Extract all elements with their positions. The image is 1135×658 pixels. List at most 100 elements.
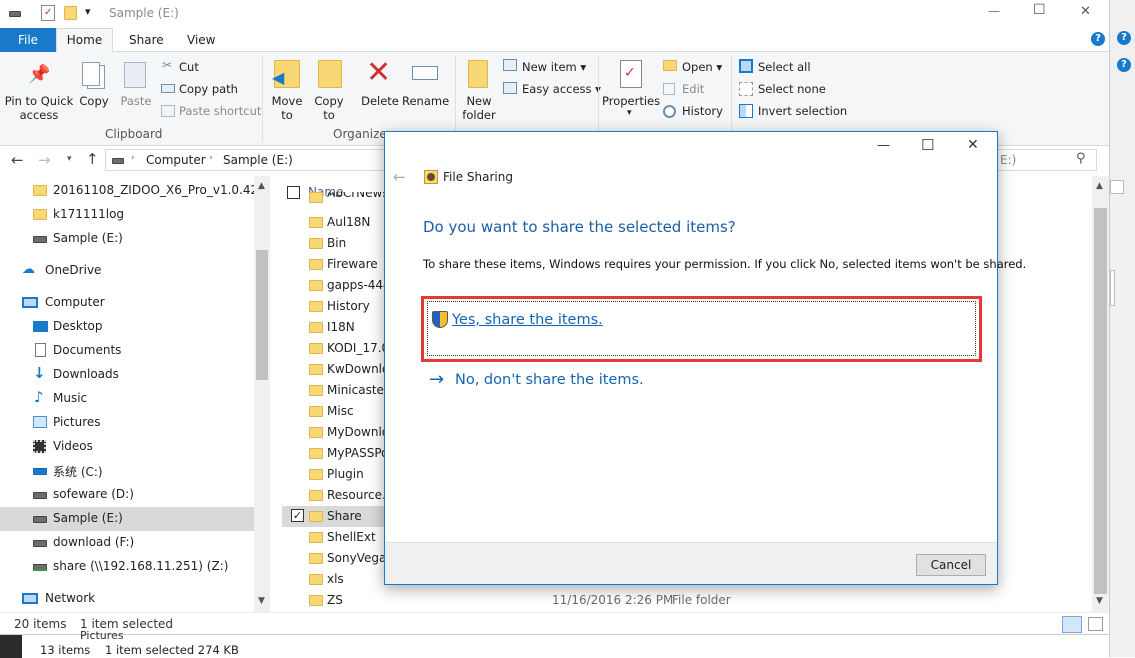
- cut-button[interactable]: Cut: [179, 60, 199, 74]
- nav-item-onedrive[interactable]: ☁ OneDrive: [0, 259, 266, 283]
- row-checkbox[interactable]: ✓: [291, 509, 304, 522]
- list-item[interactable]: Resource.8: [282, 485, 393, 506]
- list-item[interactable]: ShellExt: [282, 527, 385, 548]
- nav-item[interactable]: share (\\192.168.11.251) (Z:): [0, 555, 266, 579]
- scroll-up-icon[interactable]: ▲: [258, 181, 265, 191]
- nav-item[interactable]: sofeware (D:): [0, 483, 266, 507]
- paste-shortcut-button[interactable]: Paste shortcut: [179, 104, 261, 118]
- nav-scrollbar[interactable]: ▲ ▼: [254, 176, 270, 612]
- properties-qat-icon[interactable]: ✓: [41, 5, 55, 21]
- list-item[interactable]: Misc: [282, 401, 385, 422]
- select-all-button[interactable]: Select all: [758, 60, 811, 74]
- nav-item[interactable]: 20161108_ZIDOO_X6_Pro_v1.0.42: [0, 179, 266, 203]
- nav-item[interactable]: Sample (E:): [0, 227, 266, 251]
- list-item[interactable]: KwDownlo: [282, 359, 389, 380]
- nav-item[interactable]: download (F:): [0, 531, 266, 555]
- address-bar[interactable]: › Computer › Sample (E:): [105, 149, 385, 171]
- scroll-down-icon[interactable]: ▼: [258, 596, 265, 606]
- maximize-button[interactable]: ☐: [1033, 2, 1046, 18]
- list-item[interactable]: MyPASSPo: [282, 443, 389, 464]
- easy-access-button[interactable]: Easy access ▾: [522, 82, 601, 96]
- list-item[interactable]: Fireware: [282, 254, 385, 275]
- network-drive-icon: [33, 564, 47, 571]
- copy-button[interactable]: Copy: [78, 60, 110, 110]
- scroll-down-icon[interactable]: ▼: [1096, 596, 1103, 606]
- no-share-option[interactable]: → No, don't share the items.: [427, 367, 976, 395]
- drive-icon: [33, 516, 47, 523]
- details-view-icon[interactable]: [1062, 616, 1082, 633]
- paste-button[interactable]: Paste: [118, 60, 154, 110]
- nav-item[interactable]: ♪ Music: [0, 387, 266, 411]
- dialog-close-button[interactable]: ✕: [967, 137, 979, 153]
- rename-button[interactable]: Rename: [402, 58, 449, 120]
- delete-button[interactable]: ✕ Delete: [360, 56, 400, 120]
- yes-share-option[interactable]: Yes, share the items.: [427, 301, 976, 356]
- select-none-button[interactable]: Select none: [758, 82, 826, 96]
- new-folder-button[interactable]: New folder: [460, 58, 498, 122]
- recent-locations-icon[interactable]: ▾: [67, 154, 72, 164]
- properties-button[interactable]: ✓ Properties ▾: [602, 58, 660, 122]
- nav-item-selected[interactable]: Sample (E:): [0, 507, 266, 531]
- list-item[interactable]: Minicaster: [282, 380, 389, 401]
- list-scrollbar[interactable]: ▲ ▼: [1092, 176, 1109, 612]
- nav-item[interactable]: 系统 (C:): [0, 459, 266, 483]
- qat-dropdown-icon[interactable]: ▾: [85, 5, 91, 18]
- list-item-selected[interactable]: ✓ Share: [282, 506, 385, 527]
- scroll-thumb[interactable]: [256, 250, 268, 380]
- background-status-bar: Pictures 13 items 1 item selected 274 KB: [0, 629, 1109, 658]
- close-button[interactable]: ✕: [1080, 4, 1091, 19]
- nav-item-network[interactable]: Network: [0, 587, 266, 611]
- nav-item[interactable]: ↓ Downloads: [0, 363, 266, 387]
- list-item[interactable]: AbCrNews: [282, 192, 385, 204]
- copy-to-button[interactable]: Copy to: [312, 58, 346, 122]
- list-item[interactable]: ZS 11/16/2016 2:26 PM File folder: [282, 590, 742, 611]
- list-item[interactable]: Aul18N: [282, 212, 385, 233]
- search-icon[interactable]: ⚲: [1076, 151, 1086, 166]
- list-item[interactable]: Bin: [282, 233, 385, 254]
- tab-view[interactable]: View: [187, 33, 215, 47]
- up-icon[interactable]: ↑: [86, 150, 99, 168]
- nav-item[interactable]: Pictures: [0, 411, 266, 435]
- list-item[interactable]: KODI_17.0: [282, 338, 389, 359]
- nav-item[interactable]: k171111log: [0, 203, 266, 227]
- tab-home[interactable]: Home: [56, 28, 113, 53]
- new-folder-qat-icon[interactable]: [64, 6, 77, 20]
- list-item[interactable]: SonyVegas: [282, 548, 393, 569]
- dialog-minimize-button[interactable]: —: [877, 138, 890, 153]
- nav-item-computer[interactable]: Computer: [0, 291, 266, 315]
- list-item[interactable]: MyDownlo: [282, 422, 389, 443]
- large-icons-view-icon[interactable]: [1088, 617, 1103, 631]
- list-item[interactable]: History: [282, 296, 385, 317]
- dialog-back-icon[interactable]: ←: [393, 168, 406, 186]
- pin-quick-access-button[interactable]: 📌 Pin to Quick access: [2, 60, 76, 123]
- tab-file[interactable]: File: [0, 28, 56, 52]
- scroll-thumb[interactable]: [1094, 208, 1107, 594]
- list-item[interactable]: Plugin: [282, 464, 385, 485]
- dialog-maximize-button[interactable]: ☐: [921, 136, 934, 154]
- nav-item[interactable]: Documents: [0, 339, 266, 363]
- search-box[interactable]: E:) ⚲: [995, 149, 1097, 171]
- properties-label: Properties: [602, 94, 661, 108]
- list-item[interactable]: gapps-444-: [282, 275, 395, 296]
- back-icon[interactable]: ←: [11, 151, 24, 169]
- edit-button[interactable]: Edit: [682, 82, 704, 96]
- invert-selection-button[interactable]: Invert selection: [758, 104, 847, 118]
- nav-item[interactable]: Desktop: [0, 315, 266, 339]
- copy-path-button[interactable]: Copy path: [179, 82, 238, 96]
- breadcrumb-sample[interactable]: Sample (E:): [223, 153, 293, 167]
- list-item[interactable]: xls: [282, 569, 385, 590]
- cancel-button[interactable]: Cancel: [916, 554, 986, 576]
- scroll-up-icon[interactable]: ▲: [1096, 181, 1103, 191]
- new-item-button[interactable]: New item ▾: [522, 60, 586, 74]
- tab-share[interactable]: Share: [129, 33, 164, 47]
- list-item[interactable]: I18N: [282, 317, 385, 338]
- copy-label: Copy: [79, 94, 109, 108]
- move-to-button[interactable]: ◀ Move to: [270, 58, 304, 122]
- forward-icon[interactable]: →: [38, 151, 51, 169]
- breadcrumb-computer[interactable]: Computer: [146, 153, 206, 167]
- minimize-button[interactable]: —: [988, 4, 1000, 18]
- history-button[interactable]: History: [682, 104, 723, 118]
- open-button[interactable]: Open ▾: [682, 60, 722, 74]
- help-icon[interactable]: ?: [1091, 32, 1105, 46]
- nav-item[interactable]: Videos: [0, 435, 266, 459]
